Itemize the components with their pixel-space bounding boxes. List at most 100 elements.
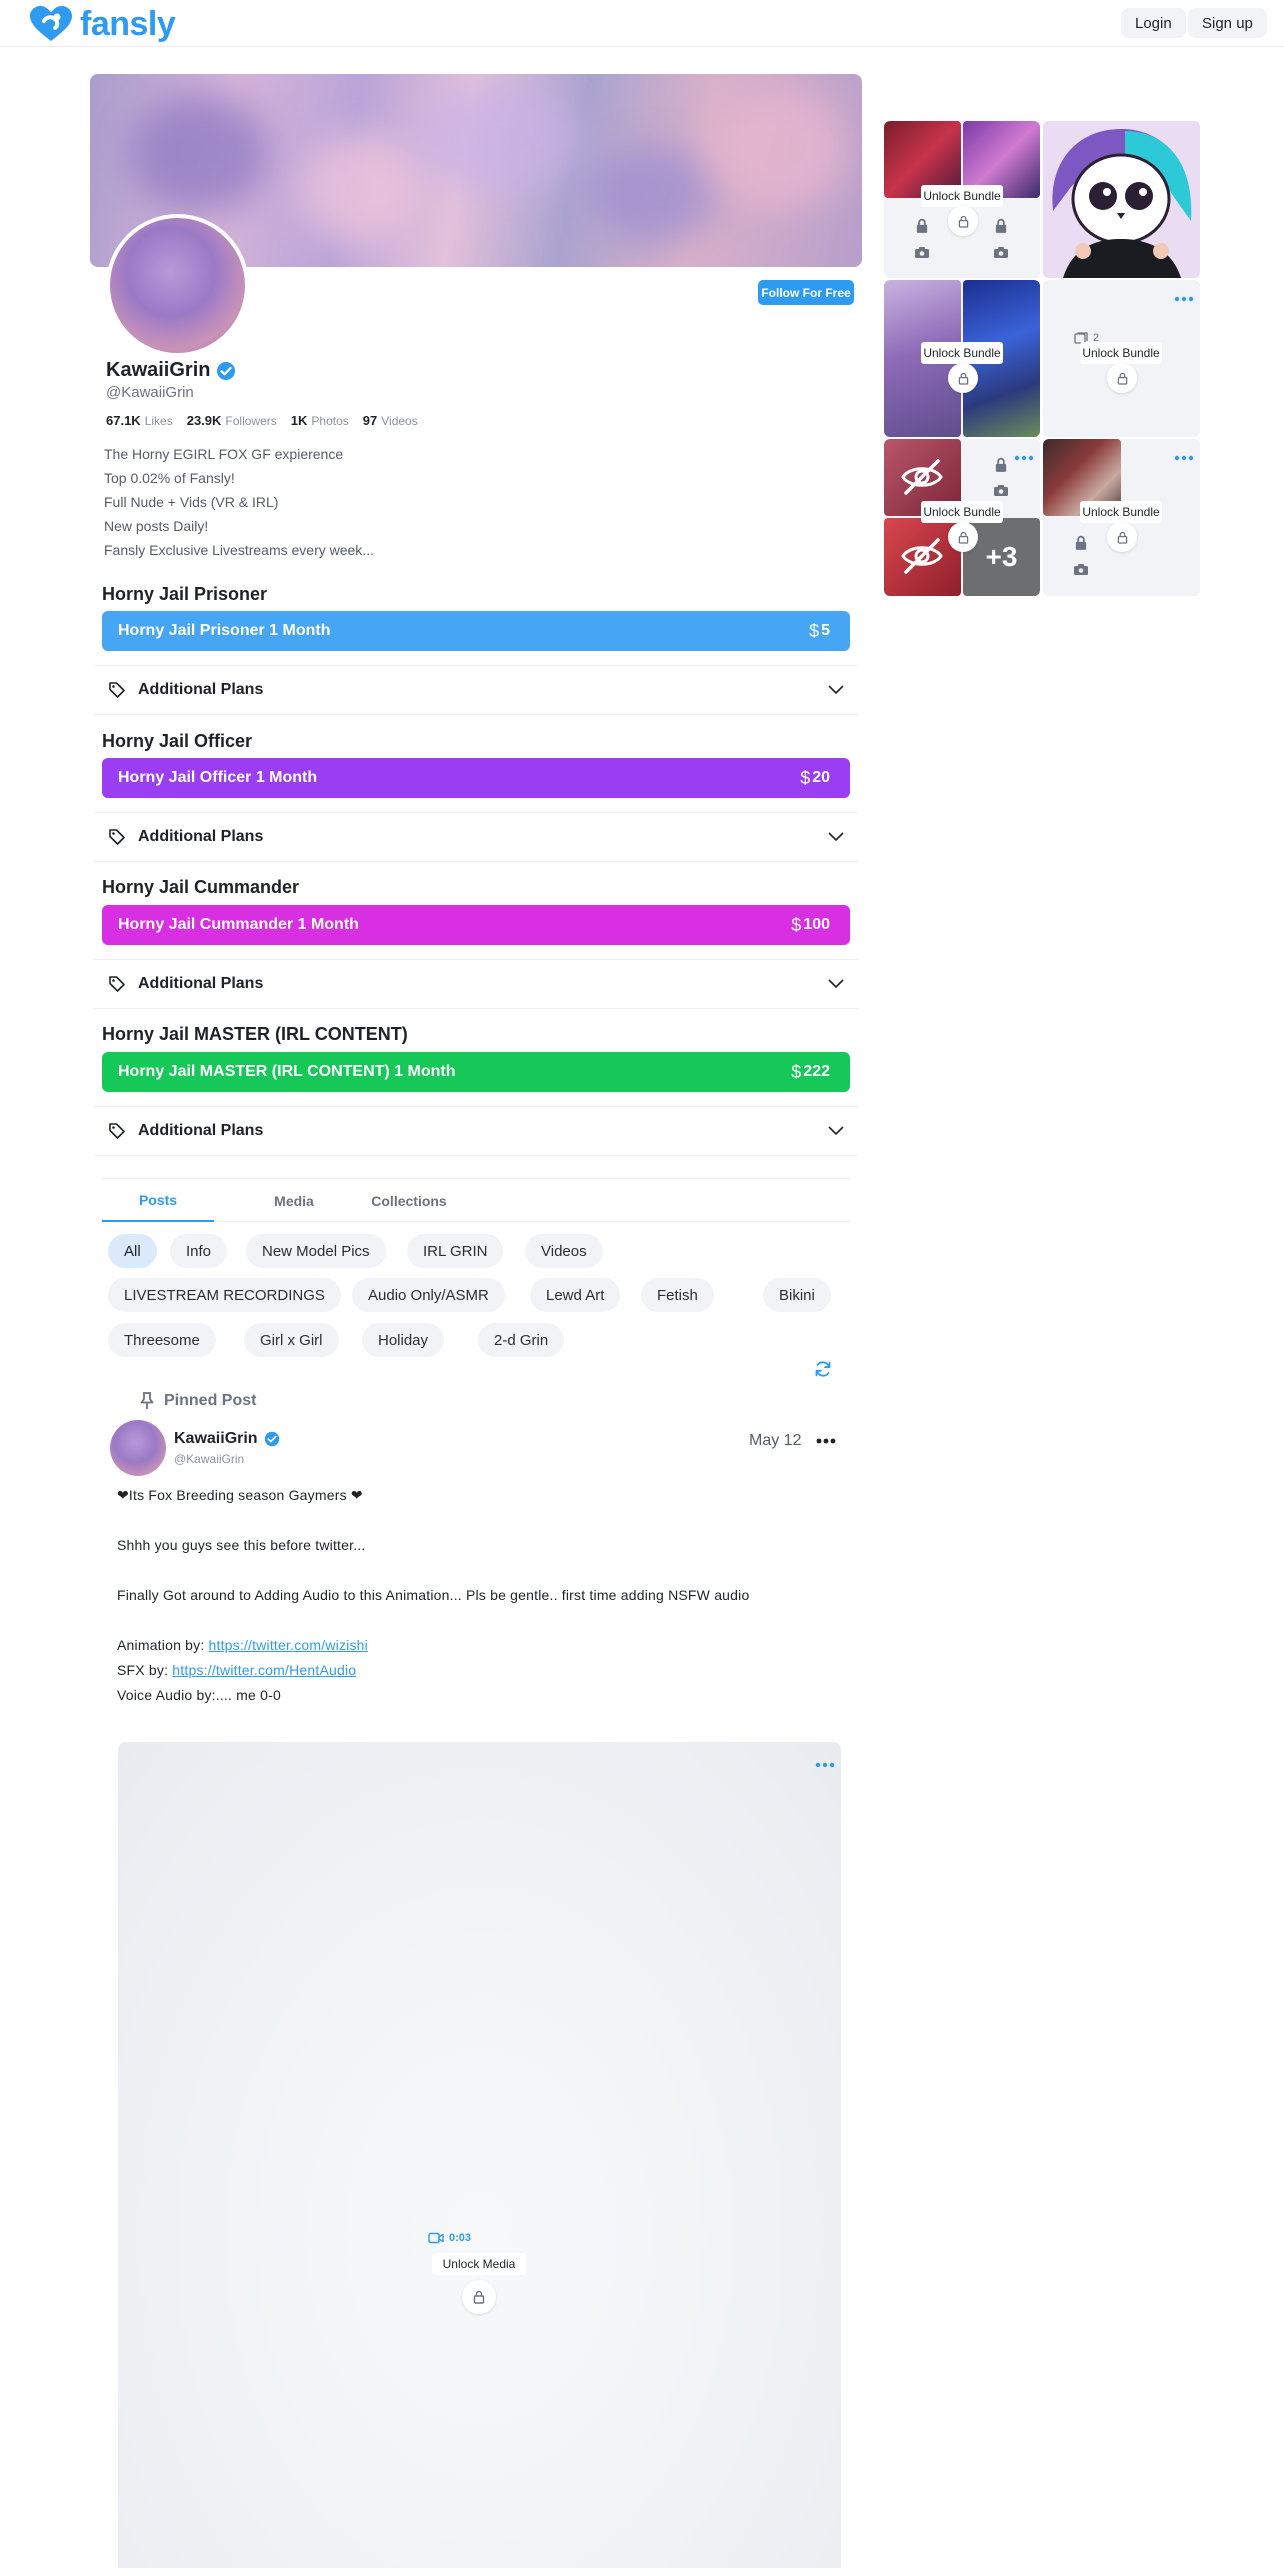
filter-chip[interactable]: LIVESTREAM RECORDINGS (108, 1278, 341, 1312)
more-options-icon[interactable] (815, 1430, 837, 1452)
post-line: Finally Got around to Adding Audio to th… (117, 1587, 750, 1603)
media-bundle-tile[interactable]: +3 Unlock Bundle (884, 439, 1040, 596)
tier-bar-label: Horny Jail Cummander 1 Month (118, 916, 359, 933)
tier-title: Horny Jail MASTER (IRL CONTENT) (102, 1024, 408, 1044)
signup-button[interactable]: Sign up (1188, 8, 1267, 38)
follow-button[interactable]: Follow For Free (758, 280, 854, 305)
lock-icon (1117, 372, 1127, 385)
post-media-locked[interactable]: 0:03 Unlock Media (118, 1742, 841, 2568)
post-line (117, 1511, 837, 1536)
tab-posts[interactable]: Posts (102, 1179, 214, 1222)
tier-price: $20 (800, 767, 830, 788)
stat-videos: 97 Videos (362, 413, 418, 428)
unlock-bundle-button[interactable]: Unlock Bundle (921, 501, 1003, 523)
additional-plans-toggle[interactable]: Additional Plans (94, 665, 858, 715)
lock-button[interactable] (1107, 522, 1137, 552)
post-line (117, 1561, 837, 1586)
filter-chip[interactable]: Fetish (641, 1278, 714, 1312)
tier-price: $100 (791, 914, 830, 935)
filter-chip-all[interactable]: All (108, 1234, 157, 1268)
lock-button[interactable] (948, 522, 978, 552)
filter-chip[interactable]: New Model Pics (246, 1234, 386, 1268)
additional-plans-label: Additional Plans (138, 828, 264, 845)
more-options-icon[interactable] (1174, 294, 1194, 304)
tier-subscribe-button[interactable]: Horny Jail MASTER (IRL CONTENT) 1 Month … (102, 1052, 850, 1092)
bio-line: Fansly Exclusive Livestreams every week.… (104, 542, 374, 558)
tier-title: Horny Jail Officer (102, 731, 253, 751)
post-author-avatar[interactable] (110, 1420, 166, 1476)
content-tabs: Posts Media Collections (102, 1178, 850, 1222)
pin-icon (140, 1392, 154, 1409)
filter-chip[interactable]: Audio Only/ASMR (352, 1278, 505, 1312)
media-bundle-tile[interactable]: Unlock Bundle (884, 280, 1040, 437)
unlock-bundle-button[interactable]: Unlock Bundle (1080, 501, 1162, 523)
more-options-icon[interactable] (1014, 453, 1034, 463)
tier-bar-label: Horny Jail MASTER (IRL CONTENT) 1 Month (118, 1063, 456, 1080)
media-bundle-tile[interactable]: Unlock Bundle (1043, 439, 1200, 596)
filter-chip[interactable]: IRL GRIN (407, 1234, 504, 1268)
post-line: Shhh you guys see this before twitter... (117, 1537, 366, 1553)
media-bundle-tile[interactable]: 2 Unlock Bundle (1043, 280, 1200, 437)
bio-line: Full Nude + Vids (VR & IRL) (104, 494, 279, 510)
additional-plans-toggle[interactable]: Additional Plans (94, 1106, 858, 1156)
post-author-handle: @KawaiiGrin (174, 1452, 245, 1466)
filter-chip[interactable]: Info (170, 1234, 228, 1268)
post-author-name[interactable]: KawaiiGrin (174, 1430, 258, 1448)
fansly-logo[interactable]: fansly (28, 4, 176, 44)
additional-plans-toggle[interactable]: Additional Plans (94, 959, 858, 1009)
video-duration: 0:03 (428, 2232, 471, 2244)
tab-collections[interactable]: Collections (334, 1179, 484, 1222)
filter-chip[interactable]: 2-d Grin (478, 1323, 565, 1357)
login-button[interactable]: Login (1121, 8, 1186, 38)
filter-chip[interactable]: Holiday (362, 1323, 445, 1357)
cartoon-avatar-image (1043, 121, 1200, 278)
avatar-image (110, 218, 245, 353)
chevron-down-icon (828, 979, 844, 989)
tier-subscribe-button[interactable]: Horny Jail Cummander 1 Month $100 (102, 905, 850, 945)
video-icon (428, 2232, 444, 2244)
lock-icon (916, 218, 928, 233)
unlock-media-button[interactable]: Unlock Media (432, 2253, 526, 2275)
lock-icon (995, 218, 1007, 233)
animation-link[interactable]: https://twitter.com/wizishi (209, 1637, 368, 1653)
more-options-icon[interactable] (815, 1760, 835, 1770)
refresh-icon[interactable] (813, 1359, 833, 1379)
bio-line: New posts Daily! (104, 518, 209, 534)
post-line (117, 1611, 837, 1636)
filter-chip[interactable]: Videos (525, 1234, 603, 1268)
tag-icon (109, 976, 125, 992)
unlock-bundle-button[interactable]: Unlock Bundle (1080, 342, 1162, 364)
chevron-down-icon (828, 832, 844, 842)
additional-plans-toggle[interactable]: Additional Plans (94, 812, 858, 862)
filter-chip[interactable]: Girl x Girl (244, 1323, 339, 1357)
more-options-icon[interactable] (1174, 453, 1194, 463)
unlock-bundle-button[interactable]: Unlock Bundle (921, 342, 1003, 364)
media-tile[interactable] (1043, 121, 1200, 278)
lock-button[interactable] (1107, 363, 1137, 393)
lock-icon (958, 531, 968, 544)
profile-stats: 67.1K Likes 23.9K Followers 1K Photos 97 Vid… (106, 413, 418, 428)
filter-chip[interactable]: Threesome (108, 1323, 216, 1357)
stat-photos: 1K Photos (290, 413, 349, 428)
lock-button[interactable] (948, 363, 978, 393)
lock-icon (1075, 535, 1087, 550)
lock-icon (958, 215, 968, 228)
post-body: ❤Its Fox Breeding season Gaymers ❤ Shhh … (117, 1486, 837, 1711)
lock-button[interactable] (948, 206, 978, 236)
filter-chip[interactable]: Lewd Art (530, 1278, 621, 1312)
tier-bar-label: Horny Jail Officer 1 Month (118, 769, 318, 786)
tier-subscribe-button[interactable]: Horny Jail Officer 1 Month $20 (102, 758, 850, 798)
camera-icon (1074, 564, 1088, 575)
additional-plans-label: Additional Plans (138, 1122, 264, 1139)
media-bundle-tile[interactable]: Unlock Bundle (884, 121, 1040, 278)
pinned-post-label: Pinned Post (140, 1392, 256, 1410)
sfx-link[interactable]: https://twitter.com/HentAudio (172, 1662, 356, 1678)
post-line: Voice Audio by:.... me 0-0 (117, 1687, 281, 1703)
camera-icon (994, 485, 1008, 496)
filter-chip[interactable]: Bikini (763, 1278, 831, 1312)
tier-subscribe-button[interactable]: Horny Jail Prisoner 1 Month $5 (102, 611, 850, 651)
lock-button[interactable] (462, 2280, 496, 2314)
unlock-bundle-button[interactable]: Unlock Bundle (921, 185, 1003, 207)
profile-avatar[interactable] (106, 214, 249, 357)
camera-icon (994, 247, 1008, 258)
